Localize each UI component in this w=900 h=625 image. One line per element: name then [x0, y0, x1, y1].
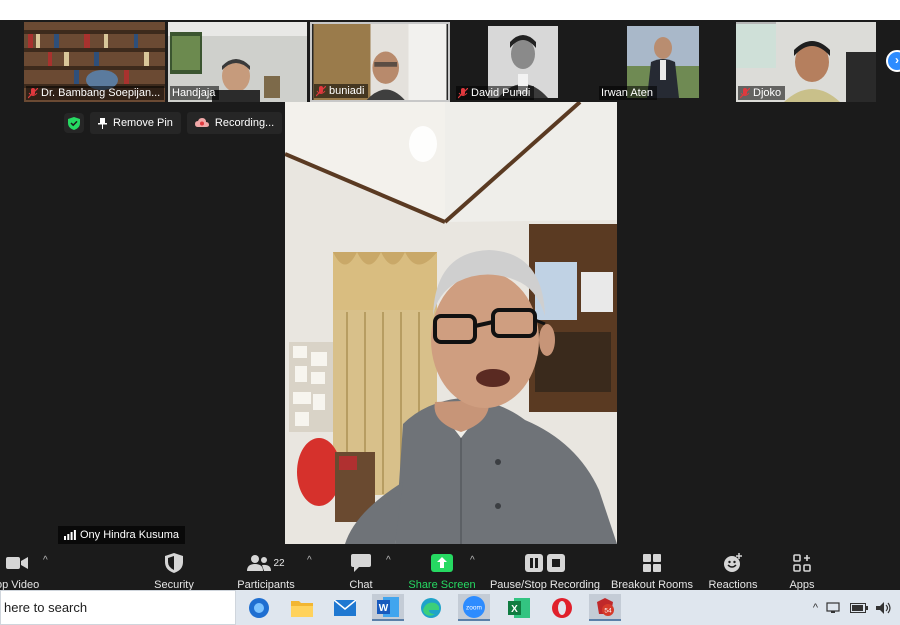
system-tray: ^ — [813, 590, 892, 625]
participant-tile[interactable]: Handjaja — [168, 22, 307, 102]
svg-text:X: X — [511, 604, 518, 615]
file-explorer-icon[interactable] — [286, 594, 318, 621]
apps-icon — [793, 554, 811, 572]
opera-browser-icon[interactable] — [546, 594, 578, 621]
svg-text:54: 54 — [604, 607, 612, 614]
active-speaker-video[interactable] — [285, 102, 617, 544]
zoom-meeting-window: Dr. Bambang Soepijan... Handjaja buniadi… — [0, 20, 900, 610]
video-options-chevron-icon[interactable]: ^ — [43, 555, 48, 566]
participant-tile[interactable]: David Pundi — [454, 22, 594, 102]
cloud-recording-icon — [194, 118, 209, 127]
mic-muted-icon — [458, 87, 468, 98]
encryption-shield-icon[interactable] — [64, 113, 84, 133]
excel-icon[interactable]: X — [503, 594, 535, 621]
share-options-chevron-icon[interactable]: ^ — [470, 555, 475, 566]
participant-tile[interactable]: Djoko — [736, 22, 876, 102]
chat-options-chevron-icon[interactable]: ^ — [386, 555, 391, 566]
speaker-video-frame — [285, 102, 617, 544]
cortana-icon[interactable] — [243, 594, 275, 621]
chat-bubble-icon — [351, 554, 371, 572]
windows-taskbar: here to search W zoom X 54 ^ — [0, 590, 900, 625]
breakout-rooms-icon — [643, 554, 661, 572]
participant-tile[interactable]: Irwan Aten — [597, 22, 737, 102]
active-speaker-name-tag: Ony Hindra Kusuma — [58, 526, 186, 544]
pause-icon — [525, 554, 543, 572]
show-hidden-icons-chevron-icon[interactable]: ^ — [813, 602, 818, 614]
participants-icon — [247, 555, 272, 571]
mic-muted-icon — [28, 87, 38, 98]
mic-muted-icon — [740, 87, 750, 98]
word-icon[interactable]: W — [372, 594, 404, 621]
speaker-volume-icon[interactable] — [876, 601, 892, 614]
shield-icon — [165, 553, 183, 573]
participant-name-label: Djoko — [738, 86, 786, 100]
participants-options-chevron-icon[interactable]: ^ — [307, 555, 312, 566]
share-screen-icon — [431, 554, 453, 572]
edge-browser-icon[interactable] — [415, 594, 447, 621]
battery-icon[interactable] — [850, 602, 868, 613]
pin-icon — [98, 117, 107, 129]
next-page-arrow-icon[interactable]: › — [886, 50, 900, 72]
screen: Dr. Bambang Soepijan... Handjaja buniadi… — [0, 0, 900, 625]
participant-name-label: Irwan Aten — [599, 86, 657, 100]
participant-name-label: Handjaja — [170, 86, 220, 100]
window-top-strip — [0, 0, 900, 20]
video-camera-icon — [6, 557, 28, 569]
svg-text:zoom: zoom — [466, 604, 482, 611]
signal-strength-icon — [64, 530, 76, 540]
mail-icon[interactable] — [329, 594, 361, 621]
participant-thumbnail-strip: Dr. Bambang Soepijan... Handjaja buniadi… — [24, 22, 876, 102]
svg-text:W: W — [379, 603, 389, 614]
recording-indicator: Recording... — [186, 112, 283, 134]
participant-name-label: David Pundi — [456, 86, 535, 100]
mic-muted-icon — [316, 85, 326, 96]
participant-tile[interactable]: buniadi — [310, 22, 450, 102]
remove-pin-button[interactable]: Remove Pin — [90, 112, 181, 134]
participant-tile[interactable]: Dr. Bambang Soepijan... — [24, 22, 165, 102]
participant-name-label: buniadi — [314, 84, 369, 98]
taskbar-search-input[interactable]: here to search — [0, 590, 236, 625]
zoom-app-icon[interactable]: zoom — [458, 594, 490, 621]
participant-name-label: Dr. Bambang Soepijan... — [26, 86, 165, 100]
network-monitor-icon[interactable] — [826, 601, 842, 614]
smiley-reaction-icon — [724, 553, 742, 572]
stop-icon — [547, 554, 565, 572]
app-with-notification-icon[interactable]: 54 — [589, 594, 621, 621]
